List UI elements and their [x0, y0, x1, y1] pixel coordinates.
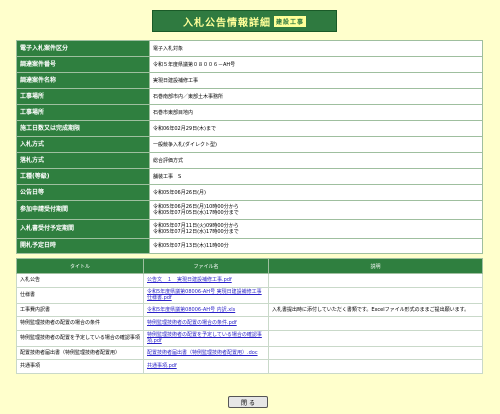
detail-label: 調達案件番号	[16, 56, 150, 73]
page-title: 入札公告情報詳細	[182, 17, 271, 29]
file-row: 工事費内訳書 令和5年度県議第08006-AH号 内訳.xls 入札書提出時に添付し…	[16, 302, 483, 317]
detail-table: 電子入札案件区分 電子入札対象 調達案件番号 令和５年度県議第０８００６－AH号 調達案…	[16, 40, 483, 254]
file-description	[268, 286, 483, 304]
page-title-banner: 入札公告情報詳細 建設工事	[152, 10, 337, 32]
detail-row: 電子入札案件区分 電子入札対象	[16, 40, 483, 57]
file-description	[268, 359, 483, 374]
file-link[interactable]: 令和5年度県議第08006-AH号 実現日建設補修工事 仕様書.pdf	[147, 289, 262, 301]
detail-label: 電子入札案件区分	[16, 40, 150, 57]
detail-label: 工種(等級)	[16, 168, 150, 185]
file-row: 配置技術者届出書（特例監理技術者配置用） 配置技術者届出書（特例監理技術者配置用）…	[16, 345, 483, 360]
detail-value: 令和05年06月26日(月)	[149, 184, 483, 201]
file-name-cell: 令和5年度県議第08006-AH号 実現日建設補修工事 仕様書.pdf	[143, 286, 269, 304]
detail-row: 施工日数又は完成期限 令和06年02月29日(木)まで	[16, 120, 483, 137]
detail-value: 一般競争入札(ダイレクト型)	[149, 136, 483, 153]
file-description	[268, 329, 483, 347]
file-link[interactable]: 公告文 １ 実現日建設補修工事.pdf	[147, 277, 232, 283]
file-link[interactable]: 令和5年度県議第08006-AH号 内訳.xls	[147, 307, 235, 313]
detail-value: 令和05年06月26日(月)10時00分から 令和05年07月05日(水)17時0…	[149, 200, 483, 220]
file-name-cell: 公告文 １ 実現日建設補修工事.pdf	[143, 273, 269, 288]
file-name-cell: 令和5年度県議第08006-AH号 内訳.xls	[143, 302, 269, 317]
file-row: 特例監理技術者の配置を予定している場合の確認事項 特例監理技術者の配置を予定してい…	[16, 329, 483, 347]
detail-label: 工事場所	[16, 88, 150, 105]
detail-label: 入札方式	[16, 136, 150, 153]
detail-value: 舗装工事 S	[149, 168, 483, 185]
detail-value: 令和05年07月11日(火)09時00分から 令和05年07月12日(水)17時0…	[149, 219, 483, 239]
file-row: 入札公告 公告文 １ 実現日建設補修工事.pdf	[16, 273, 483, 288]
detail-value: 石巻市東部目地内	[149, 104, 483, 121]
detail-value: 令和06年02月29日(木)まで	[149, 120, 483, 137]
detail-label: 工事場所	[16, 104, 150, 121]
file-title: 仕様書	[16, 286, 144, 304]
detail-label: 開札予定日時	[16, 238, 150, 254]
detail-row: 工種(等級) 舗装工事 S	[16, 168, 483, 185]
detail-value: 実現日建設補修工事	[149, 72, 483, 89]
file-row: 共通事項 共通事項.pdf	[16, 359, 483, 374]
file-link[interactable]: 特例監理技術者の配置の場合の条件.pdf	[147, 320, 237, 326]
file-description	[268, 345, 483, 360]
detail-value: 令和05年07月13日(木)11時00分	[149, 238, 483, 254]
detail-value-line: 令和05年07月05日(水)17時00分まで	[153, 210, 239, 216]
detail-value: 石巻南部市内／東部土木事務所	[149, 88, 483, 105]
file-title: 共通事項	[16, 359, 144, 374]
file-title: 工事費内訳書	[16, 302, 144, 317]
detail-row: 調達案件名称 実現日建設補修工事	[16, 72, 483, 89]
detail-value-line: 令和05年07月12日(水)17時00分まで	[153, 229, 239, 235]
file-header-filename: ファイル名	[143, 258, 269, 274]
file-name-cell: 配置技術者届出書（特例監理技術者配置用）.doc	[143, 345, 269, 360]
file-title: 配置技術者届出書（特例監理技術者配置用）	[16, 345, 144, 360]
file-table-header: タイトル ファイル名 説明	[16, 258, 483, 274]
detail-label: 施工日数又は完成期限	[16, 120, 150, 137]
detail-value: 電子入札対象	[149, 40, 483, 57]
detail-label: 入札書受付予定期間	[16, 219, 150, 239]
file-row: 仕様書 令和5年度県議第08006-AH号 実現日建設補修工事 仕様書.pdf	[16, 286, 483, 304]
file-table: タイトル ファイル名 説明 入札公告 公告文 １ 実現日建設補修工事.pdf 仕様書…	[16, 258, 483, 374]
close-button[interactable]: 閉 る	[228, 396, 268, 408]
detail-row: 開札予定日時 令和05年07月13日(木)11時00分	[16, 238, 483, 254]
detail-value: 令和５年度県議第０８００６－AH号	[149, 56, 483, 73]
file-link[interactable]: 特例監理技術者の配置を予定している場合の確認事項.pdf	[147, 332, 262, 344]
detail-value: 総合評価方式	[149, 152, 483, 169]
detail-row: 入札書受付予定期間 令和05年07月11日(火)09時00分から 令和05年07月1…	[16, 219, 483, 239]
detail-label: 参加申請受付期間	[16, 200, 150, 220]
detail-label: 公告日等	[16, 184, 150, 201]
file-title: 特例監理技術者の配置を予定している場合の確認事項	[16, 329, 144, 347]
file-row: 特例監理技術者の配置の場合の条件 特例監理技術者の配置の場合の条件.pdf	[16, 316, 483, 331]
detail-label: 調達案件名称	[16, 72, 150, 89]
file-link[interactable]: 共通事項.pdf	[147, 363, 177, 369]
detail-label: 落札方式	[16, 152, 150, 169]
detail-row: 工事場所 石巻南部市内／東部土木事務所	[16, 88, 483, 105]
file-title: 入札公告	[16, 273, 144, 288]
file-description: 入札書提出時に添付していただく書類です。Excelファイル形式のままご提出願いま…	[268, 302, 483, 317]
file-link[interactable]: 配置技術者届出書（特例監理技術者配置用）.doc	[147, 350, 258, 356]
detail-row: 落札方式 総合評価方式	[16, 152, 483, 169]
file-name-cell: 特例監理技術者の配置の場合の条件.pdf	[143, 316, 269, 331]
file-description	[268, 316, 483, 331]
file-header-title: タイトル	[16, 258, 144, 274]
page-subtitle: 建設工事	[273, 15, 306, 27]
detail-row: 工事場所 石巻市東部目地内	[16, 104, 483, 121]
file-name-cell: 共通事項.pdf	[143, 359, 269, 374]
detail-row: 公告日等 令和05年06月26日(月)	[16, 184, 483, 201]
detail-row: 調達案件番号 令和５年度県議第０８００６－AH号	[16, 56, 483, 73]
file-header-description: 説明	[268, 258, 483, 274]
file-title: 特例監理技術者の配置の場合の条件	[16, 316, 144, 331]
detail-row: 入札方式 一般競争入札(ダイレクト型)	[16, 136, 483, 153]
detail-row: 参加申請受付期間 令和05年06月26日(月)10時00分から 令和05年07月05…	[16, 200, 483, 220]
file-name-cell: 特例監理技術者の配置を予定している場合の確認事項.pdf	[143, 329, 269, 347]
file-description	[268, 273, 483, 288]
